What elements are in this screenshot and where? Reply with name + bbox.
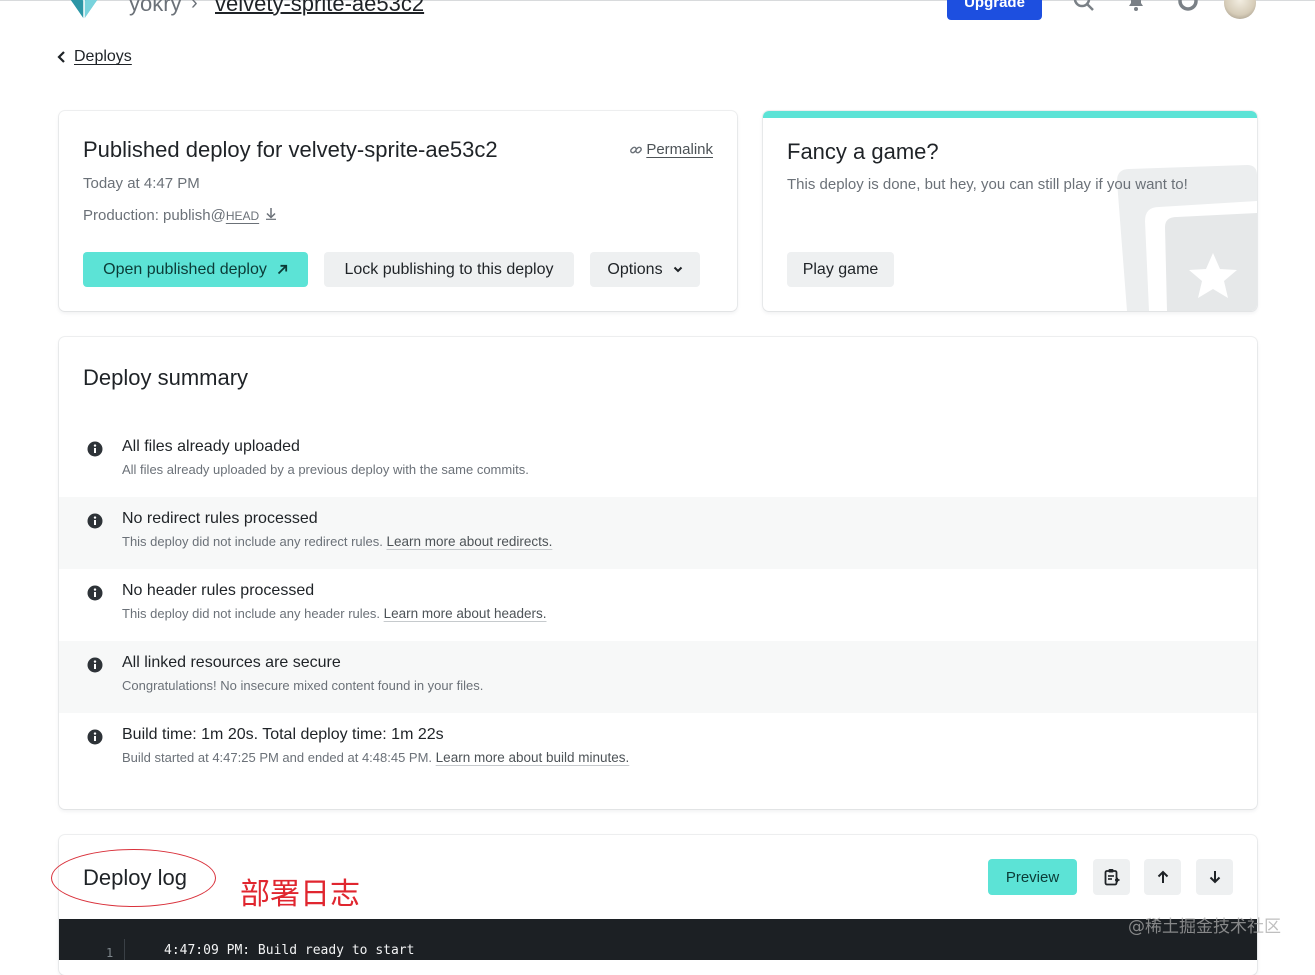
annotation-ellipse (51, 849, 216, 907)
summary-item-title: No redirect rules processed (122, 510, 318, 527)
options-dropdown-button[interactable]: Options (590, 252, 700, 287)
breadcrumb-separator: › (191, 0, 198, 14)
summary-item-desc-wrap: This deploy did not include any redirect… (122, 534, 552, 549)
annotation-text: 部署日志 (240, 877, 360, 912)
breadcrumb-site[interactable]: velvety-sprite-ae53c2 (215, 0, 424, 17)
top-nav: yokry › velvety-sprite-ae53c2 Upgrade (0, 0, 1315, 22)
back-to-deploys-link[interactable]: Deploys (57, 48, 132, 66)
play-game-button[interactable]: Play game (787, 252, 894, 287)
breadcrumb-team[interactable]: yokry (129, 0, 182, 17)
summary-item-desc: All files already uploaded by a previous… (122, 462, 529, 477)
summary-item-desc: This deploy did not include any header r… (122, 606, 380, 621)
deploy-log-terminal[interactable]: 1 4:47:09 PM: Build ready to start (59, 919, 1257, 960)
deploy-summary-title: Deploy summary (83, 365, 249, 390)
options-label: Options (607, 260, 663, 278)
log-gutter (124, 939, 125, 960)
copy-log-button[interactable] (1093, 859, 1130, 895)
commit-ref-link[interactable]: HEAD (226, 209, 259, 223)
info-icon (87, 585, 103, 601)
arrow-up-icon (1157, 870, 1168, 883)
preview-button[interactable]: Preview (988, 859, 1077, 895)
summary-item: Build time: 1m 20s. Total deploy time: 1… (59, 713, 1257, 785)
published-deploy-card: Published deploy for velvety-sprite-ae53… (59, 111, 737, 311)
log-line: 4:47:09 PM: Build ready to start (164, 943, 415, 958)
permalink-label: Permalink (646, 141, 713, 158)
summary-item-desc-wrap: This deploy did not include any header r… (122, 606, 546, 621)
clipboard-icon (1104, 869, 1119, 886)
production-prefix: Production: publish@ (83, 207, 226, 224)
summary-item-desc: Build started at 4:47:25 PM and ended at… (122, 750, 433, 765)
help-icon[interactable] (1176, 0, 1200, 13)
game-card-text: This deploy is done, but hey, you can st… (787, 176, 1188, 193)
netlify-logo-icon[interactable] (62, 0, 106, 23)
bell-icon[interactable] (1124, 0, 1148, 13)
log-line-number: 1 (106, 946, 114, 960)
watermark: @稀土掘金技术社区 (1128, 917, 1281, 937)
learn-more-headers-link[interactable]: Learn more about headers. (384, 606, 547, 621)
info-icon (87, 729, 103, 745)
open-published-deploy-button[interactable]: Open published deploy (83, 252, 308, 287)
info-icon (87, 657, 103, 673)
summary-item: No redirect rules processed This deploy … (59, 497, 1257, 569)
game-card-title: Fancy a game? (787, 139, 939, 164)
summary-item-title: All linked resources are secure (122, 654, 341, 671)
back-link-label: Deploys (74, 48, 132, 65)
external-arrow-icon (277, 264, 287, 275)
scroll-to-top-button[interactable] (1144, 859, 1181, 895)
summary-item-title: All files already uploaded (122, 438, 300, 455)
info-icon (87, 441, 103, 457)
summary-item-desc: Congratulations! No insecure mixed conte… (122, 678, 484, 693)
deploy-card-title: Published deploy for velvety-sprite-ae53… (83, 137, 498, 162)
summary-item: All files already uploaded All files alr… (59, 425, 1257, 497)
upgrade-button[interactable]: Upgrade (947, 0, 1042, 20)
open-published-deploy-label: Open published deploy (103, 260, 267, 278)
chevron-left-icon (57, 51, 65, 63)
deploy-summary-card: Deploy summary All files already uploade… (59, 337, 1257, 809)
production-info: Production: publish@ HEAD (83, 207, 277, 224)
info-icon (87, 513, 103, 529)
summary-item-desc: This deploy did not include any redirect… (122, 534, 383, 549)
search-icon[interactable] (1072, 0, 1096, 13)
game-card: Fancy a game? This deploy is done, but h… (763, 111, 1257, 311)
summary-item-title: Build time: 1m 20s. Total deploy time: 1… (122, 726, 444, 743)
scroll-to-bottom-button[interactable] (1196, 859, 1233, 895)
arrow-down-icon (1209, 871, 1220, 884)
lock-publishing-button[interactable]: Lock publishing to this deploy (324, 252, 574, 287)
learn-more-redirects-link[interactable]: Learn more about redirects. (387, 534, 553, 549)
learn-more-build-minutes-link[interactable]: Learn more about build minutes. (436, 750, 630, 765)
permalink-link[interactable]: Permalink (629, 141, 713, 158)
summary-item-title: No header rules processed (122, 582, 315, 599)
link-icon (630, 146, 643, 153)
user-avatar[interactable] (1224, 0, 1256, 19)
chevron-down-icon (673, 266, 682, 273)
summary-item-desc-wrap: Build started at 4:47:25 PM and ended at… (122, 750, 629, 765)
game-card-accent (763, 111, 1257, 118)
summary-item: No header rules processed This deploy di… (59, 569, 1257, 641)
deploy-timestamp: Today at 4:47 PM (83, 175, 200, 192)
arrow-down-icon (266, 208, 277, 220)
summary-item: All linked resources are secure Congratu… (59, 641, 1257, 713)
